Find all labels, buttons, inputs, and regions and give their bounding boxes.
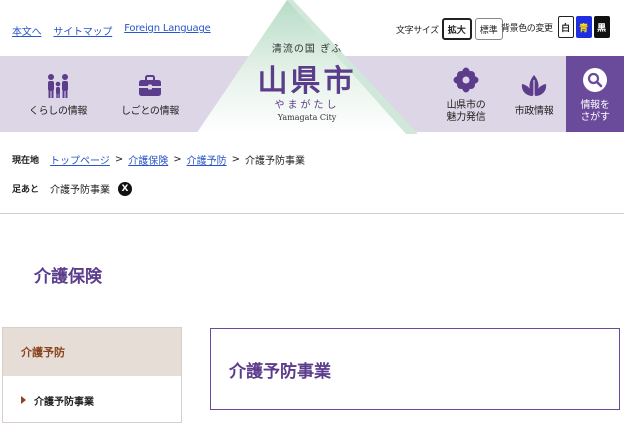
bg-black-button[interactable]: 黒 (593, 16, 610, 38)
page-title: 介護予防事業 (229, 361, 331, 382)
family-icon (43, 71, 73, 101)
leaf-icon (519, 71, 549, 101)
page-title-box: 介護予防事業 (210, 328, 620, 410)
breadcrumb-separator: > (231, 154, 240, 165)
nav-work-label: しごとの情報 (120, 105, 180, 117)
skip-to-content-link[interactable]: 本文へ (12, 23, 42, 38)
sitemap-link[interactable]: サイトマップ (53, 23, 112, 38)
nav-charm-label-line2: 魅力発信 (446, 111, 486, 123)
side-menu-heading[interactable]: 介護予防 (3, 328, 181, 376)
logo-tagline: 清流の国 ぎふ (271, 44, 343, 55)
visit-history: 足あと 介護予防事業 X (12, 181, 132, 196)
caret-right-icon (21, 396, 26, 404)
site-logo[interactable]: 清流の国 ぎふ 山県市 やまがたし Yamagata City (196, 0, 418, 134)
breadcrumb-separator: > (173, 154, 182, 165)
nav-living-label: くらしの情報 (28, 105, 88, 117)
nav-search-label-line1: 情報を (580, 99, 610, 111)
city-emblem-icon (451, 65, 481, 95)
nav-charm-label-line1: 山県市の (446, 99, 486, 111)
side-menu-item[interactable]: 介護予防事業 (3, 376, 181, 424)
breadcrumb-link-care-prevention[interactable]: 介護予防 (187, 152, 227, 167)
breadcrumb-separator: > (114, 154, 124, 165)
logo-city-name: 山県市 (257, 64, 357, 99)
visit-history-item[interactable]: 介護予防事業 (50, 181, 110, 196)
nav-work-info[interactable]: しごとの情報 (100, 56, 200, 132)
font-size-standard-button[interactable]: 標準 (474, 18, 503, 40)
breadcrumb-heading: 現在地 (12, 156, 40, 166)
font-size-enlarge-button[interactable]: 拡大 (441, 18, 472, 40)
background-color-label: 背景色の変更 (501, 23, 553, 34)
breadcrumb-current: 介護予防事業 (244, 156, 305, 167)
nav-living-info[interactable]: くらしの情報 (8, 56, 108, 132)
logo-city-english: Yamagata City (277, 113, 337, 122)
side-menu: 介護予防 介護予防事業 (2, 327, 182, 423)
bg-white-button[interactable]: 白 (557, 16, 574, 38)
search-icon (580, 65, 610, 95)
nav-search-label-line2: さがす (580, 111, 610, 123)
utility-links: 本文へ サイトマップ Foreign Language (12, 23, 211, 38)
close-icon[interactable]: X (118, 181, 132, 196)
nav-search-info[interactable]: 情報を さがす (566, 56, 624, 132)
background-color-controls: 背景色の変更 白 青 黒 (501, 16, 610, 38)
breadcrumb-link-care-insurance[interactable]: 介護保険 (128, 152, 168, 167)
breadcrumb-link-top[interactable]: トップページ (50, 152, 110, 167)
side-menu-item-label: 介護予防事業 (34, 396, 94, 408)
section-title: 介護保険 (34, 267, 102, 287)
bg-blue-button[interactable]: 青 (575, 16, 592, 38)
breadcrumb: 現在地 トップページ > 介護保険 > 介護予防 > 介護予防事業 (12, 152, 305, 167)
briefcase-icon (135, 71, 165, 101)
logo-city-kana: やまがたし (274, 100, 340, 111)
header-divider (0, 213, 624, 214)
visit-history-heading: 足あと (12, 185, 40, 195)
nav-city-admin-label: 市政情報 (514, 105, 554, 117)
